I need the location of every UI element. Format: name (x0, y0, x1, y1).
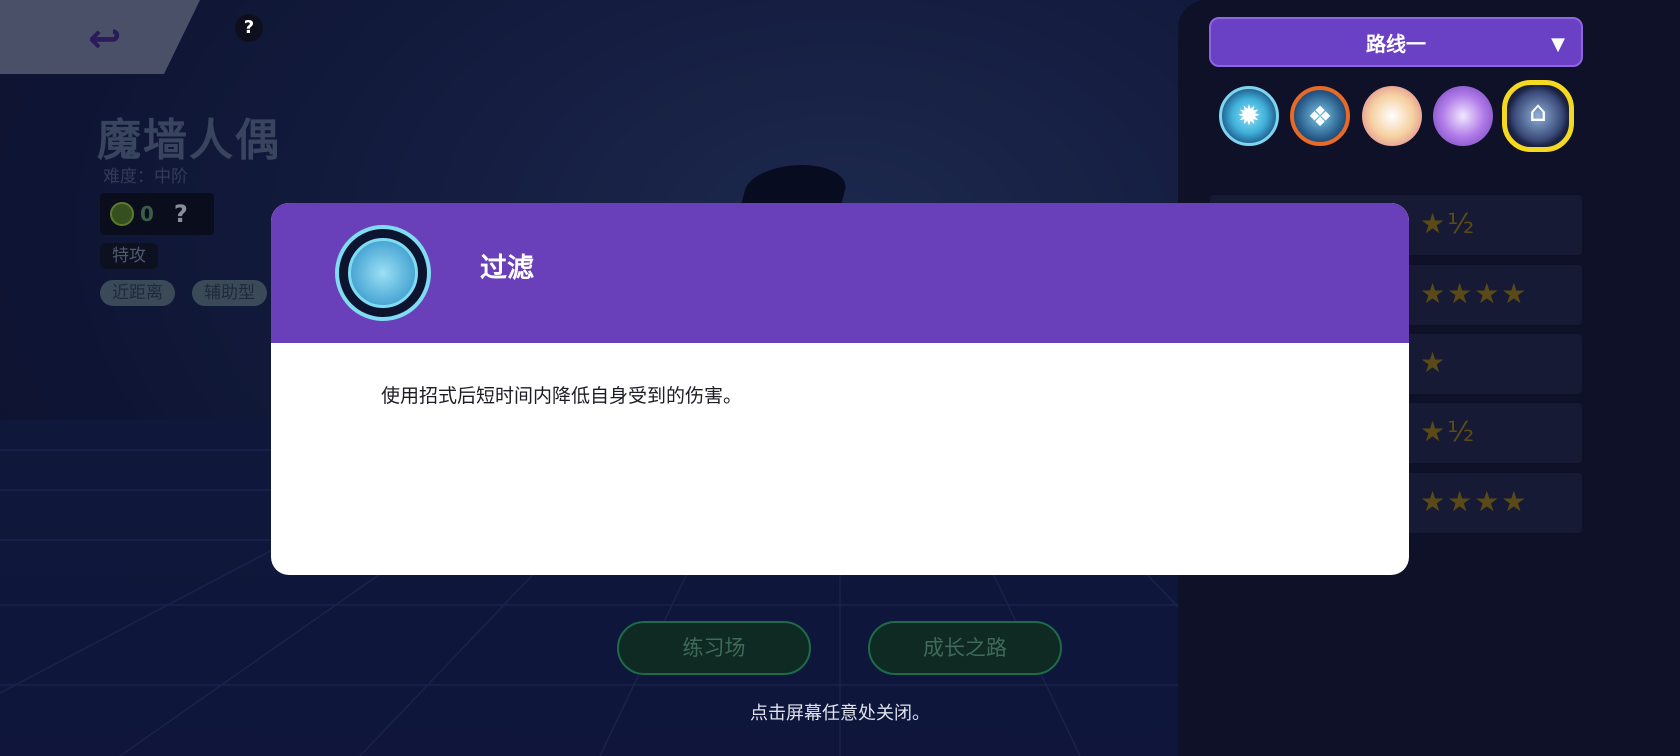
ability-emblem (348, 238, 418, 308)
pokemon-name: 魔墙人偶 (97, 115, 281, 166)
help-button[interactable]: ? (235, 14, 263, 42)
filter-ability-icon (335, 225, 431, 321)
filter-ability-icon: ❖ (1307, 100, 1333, 133)
emblem-count: 0 (140, 202, 154, 226)
route-dropdown[interactable]: 路线一 ▼ (1209, 17, 1583, 67)
question-icon: ? (243, 17, 255, 38)
emblem-icon (110, 202, 134, 226)
ability-title: 过滤 (480, 253, 534, 284)
item-slot-1[interactable]: ✹ (1219, 86, 1279, 146)
stat-stars: ★★★★ (1420, 277, 1529, 310)
emblem-help-icon[interactable]: ? (174, 200, 188, 228)
stat-stars: ★½ (1420, 415, 1477, 448)
battle-item-icon: ⌂ (1529, 95, 1547, 128)
chevron-down-icon: ▼ (1551, 34, 1565, 55)
emblem-counter[interactable]: 0 ? (100, 193, 214, 235)
type-tag: 辅助型 (192, 280, 267, 306)
range-tag: 近距离 (100, 280, 175, 306)
item-slot-4[interactable] (1433, 86, 1493, 146)
modal-header: 过滤 (271, 203, 1409, 343)
back-arrow-icon: ↩ (88, 16, 122, 62)
role-tag: 特攻 (100, 243, 158, 269)
item-slot-2[interactable]: ❖ (1290, 86, 1350, 146)
route-label: 路线一 (1366, 31, 1426, 56)
ability-description: 使用招式后短时间内降低自身受到的伤害。 (381, 385, 743, 407)
stat-stars: ★ (1420, 346, 1448, 379)
item-slot-3[interactable] (1362, 86, 1422, 146)
held-items-row: ✹ ❖ ⌂ (1219, 80, 1579, 152)
difficulty-label: 难度：中阶 (103, 167, 188, 187)
stat-stars: ★½ (1420, 207, 1477, 240)
item-slot-5-selected[interactable]: ⌂ (1502, 80, 1574, 152)
ability-detail-modal: 过滤 使用招式后短时间内降低自身受到的伤害。 (271, 203, 1409, 575)
gear-icon: ✹ (1237, 99, 1261, 132)
stat-stars: ★★★★ (1420, 485, 1529, 518)
growth-path-button[interactable]: 成长之路 (868, 621, 1062, 675)
close-hint: 点击屏幕任意处关闭。 (750, 703, 930, 724)
practice-button[interactable]: 练习场 (617, 621, 811, 675)
